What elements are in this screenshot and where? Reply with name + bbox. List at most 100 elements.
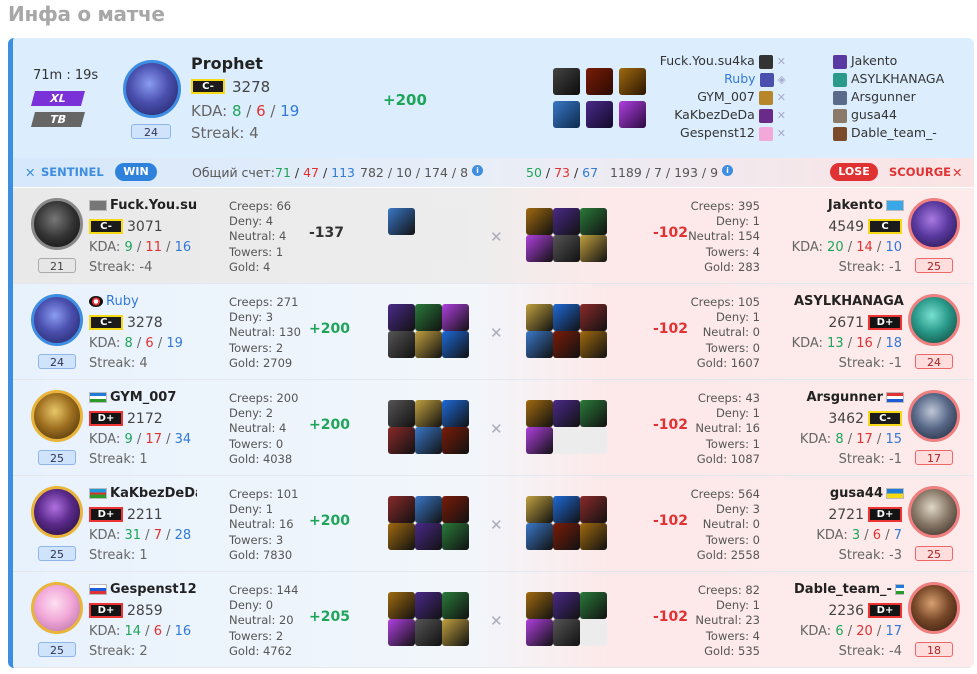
sentinel-player-name[interactable]: GYM_007 xyxy=(697,89,755,104)
item-slot[interactable] xyxy=(580,331,607,358)
player-kda: KDA: 8 / 6 / 19 xyxy=(89,336,183,351)
item-slot[interactable] xyxy=(553,619,580,646)
scourge-player-name[interactable]: Dable_team_- xyxy=(851,125,937,140)
item-slot[interactable] xyxy=(526,592,553,619)
scourge-player-name[interactable]: gusa44 xyxy=(851,107,897,122)
hero-avatar[interactable] xyxy=(31,390,83,442)
hero-avatar[interactable] xyxy=(31,294,83,346)
item-slot[interactable] xyxy=(526,331,553,358)
item-slot[interactable] xyxy=(553,523,580,550)
item-slot[interactable] xyxy=(526,523,553,550)
scourge-icon: ✕ xyxy=(952,165,963,180)
item-slot[interactable] xyxy=(415,331,442,358)
player-name[interactable]: KaKbezDeDa xyxy=(89,486,197,501)
item-slot[interactable] xyxy=(415,427,442,454)
player-stats: Creeps: 564 Deny: 3 Neutral: 0 Towers: 0 Gol… xyxy=(690,487,760,562)
item-slot[interactable] xyxy=(526,496,553,523)
player-name[interactable]: Gespenst12 xyxy=(89,582,197,597)
item-slot[interactable] xyxy=(415,400,442,427)
scourge-player-name[interactable]: ASYLKHANAGA xyxy=(851,71,944,86)
player-name[interactable]: Ruby xyxy=(89,294,197,309)
item-slot[interactable] xyxy=(580,523,607,550)
hero-avatar[interactable] xyxy=(908,582,960,634)
player-name[interactable]: GYM_007 xyxy=(89,390,197,405)
hero-avatar[interactable] xyxy=(908,198,960,250)
sentinel-player-name[interactable]: Fuck.You.su4ka xyxy=(660,53,755,68)
item-slot[interactable] xyxy=(553,68,580,95)
item-slot[interactable] xyxy=(388,619,415,646)
player-streak: Streak: 4 xyxy=(89,356,148,371)
item-slot[interactable] xyxy=(553,496,580,523)
item-slot[interactable] xyxy=(388,592,415,619)
item-slot[interactable] xyxy=(580,592,607,619)
item-slot[interactable] xyxy=(526,208,553,235)
item-slot[interactable] xyxy=(580,208,607,235)
player-name[interactable]: Jakento xyxy=(794,198,904,213)
item-slot[interactable] xyxy=(526,304,553,331)
player-row: 21 Fuck.You.su4ka C- 3071 KDA: 9 / 11 / 16 St… xyxy=(13,188,974,284)
hero-avatar[interactable] xyxy=(31,486,83,538)
item-slot[interactable] xyxy=(553,400,580,427)
scourge-kda: 50 / 73 / 67 xyxy=(526,165,599,180)
item-slot[interactable] xyxy=(388,523,415,550)
player-name[interactable]: Fuck.You.su4ka xyxy=(89,198,197,213)
item-slot[interactable] xyxy=(526,619,553,646)
player-name[interactable]: Dable_team_- xyxy=(794,582,904,597)
item-slot[interactable] xyxy=(580,235,607,262)
item-slot[interactable] xyxy=(553,331,580,358)
player-name[interactable]: ASYLKHANAGA xyxy=(794,294,904,309)
hero-avatar[interactable] xyxy=(908,390,960,442)
item-slot[interactable] xyxy=(388,400,415,427)
item-slot[interactable] xyxy=(553,592,580,619)
item-slot[interactable] xyxy=(442,427,469,454)
item-slot[interactable] xyxy=(580,304,607,331)
scourge-player-name[interactable]: Arsgunner xyxy=(851,89,916,104)
item-slot[interactable] xyxy=(388,208,415,235)
item-slot[interactable] xyxy=(415,496,442,523)
item-slot[interactable] xyxy=(553,101,580,128)
item-slot[interactable] xyxy=(388,427,415,454)
player-name[interactable]: gusa44 xyxy=(794,486,904,501)
item-slot[interactable] xyxy=(553,208,580,235)
sentinel-player-name[interactable]: Ruby xyxy=(724,71,755,86)
item-slot[interactable] xyxy=(580,496,607,523)
hero-avatar[interactable] xyxy=(908,294,960,346)
item-slot[interactable] xyxy=(619,101,646,128)
player-stats: Creeps: 101 Deny: 1 Neutral: 16 Towers: 3 Go… xyxy=(229,487,299,562)
sentinel-player-name[interactable]: KaKbezDeDa xyxy=(674,107,755,122)
item-slot[interactable] xyxy=(442,496,469,523)
item-slot[interactable] xyxy=(415,592,442,619)
hero-avatar[interactable] xyxy=(31,582,83,634)
item-slot[interactable] xyxy=(415,304,442,331)
item-slot[interactable] xyxy=(619,68,646,95)
sentinel-player-name[interactable]: Gespenst12 xyxy=(680,125,755,140)
item-slot[interactable] xyxy=(586,68,613,95)
item-slot[interactable] xyxy=(553,235,580,262)
item-slot[interactable] xyxy=(388,304,415,331)
info-icon[interactable]: i xyxy=(472,165,484,176)
item-slot[interactable] xyxy=(442,523,469,550)
hero-avatar[interactable] xyxy=(31,198,83,250)
item-slot[interactable] xyxy=(526,427,553,454)
player-name[interactable]: Prophet xyxy=(191,54,263,73)
item-slot[interactable] xyxy=(415,619,442,646)
item-slot[interactable] xyxy=(526,235,553,262)
item-slot[interactable] xyxy=(553,304,580,331)
item-slot[interactable] xyxy=(388,331,415,358)
item-slot[interactable] xyxy=(415,523,442,550)
scourge-player-name[interactable]: Jakento xyxy=(851,53,897,68)
item-slot[interactable] xyxy=(526,400,553,427)
player-name[interactable]: Arsgunner xyxy=(794,390,904,405)
item-slot[interactable] xyxy=(580,400,607,427)
item-slot[interactable] xyxy=(442,331,469,358)
item-slot[interactable] xyxy=(442,619,469,646)
item-slot[interactable] xyxy=(442,592,469,619)
hero-avatar[interactable] xyxy=(908,486,960,538)
item-slot[interactable] xyxy=(586,101,613,128)
item-slot[interactable] xyxy=(442,304,469,331)
item-slot[interactable] xyxy=(442,400,469,427)
hero-avatar[interactable] xyxy=(123,60,181,118)
info-icon[interactable]: i xyxy=(722,165,734,176)
item-slot[interactable] xyxy=(388,496,415,523)
country-flag-icon xyxy=(89,392,107,403)
